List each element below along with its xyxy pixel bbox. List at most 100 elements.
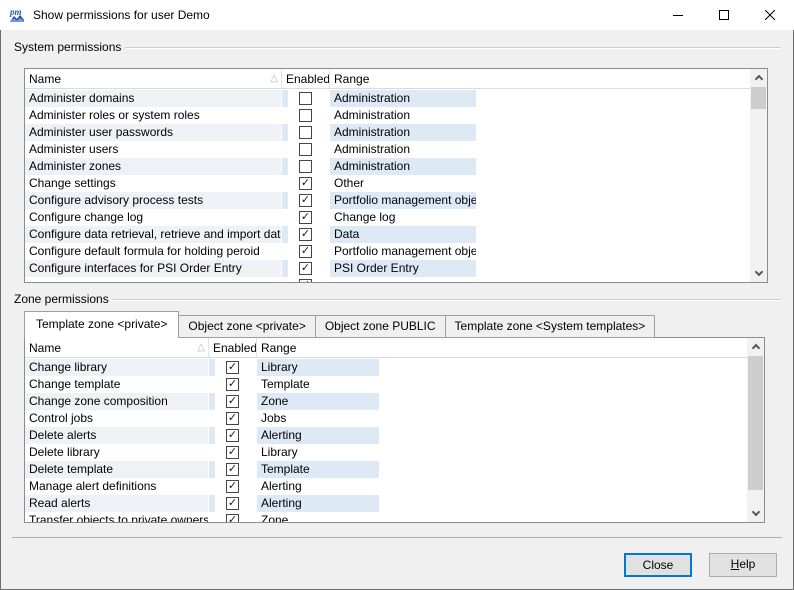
- table-row[interactable]: Configure advisory process tests✓Portfol…: [25, 192, 750, 209]
- permission-name-cell: Configure data retrieval, retrieve and i…: [25, 226, 282, 243]
- checkbox-unchecked[interactable]: [299, 143, 312, 156]
- checkbox-unchecked[interactable]: [299, 92, 312, 105]
- checkbox-checked[interactable]: ✓: [226, 463, 239, 476]
- header-name-label: Name: [29, 72, 61, 86]
- permission-name-cell: Delete library: [25, 444, 209, 461]
- scrollbar-thumb[interactable]: [751, 87, 766, 109]
- enabled-cell: ✓: [282, 226, 330, 243]
- table-row[interactable]: Delete template✓Template: [25, 461, 747, 478]
- table-row[interactable]: Administer user passwordsAdministration: [25, 124, 750, 141]
- table-row[interactable]: Administer usersAdministration: [25, 141, 750, 158]
- enabled-cell: ✓: [282, 175, 330, 192]
- table-row[interactable]: Control jobs ✓ Jobs: [25, 410, 747, 427]
- close-button-label: Close: [643, 558, 674, 572]
- checkbox-unchecked[interactable]: [299, 109, 312, 122]
- checkbox-unchecked[interactable]: [299, 126, 312, 139]
- table-row[interactable]: Configure data retrieval, retrieve and i…: [25, 226, 750, 243]
- scroll-down-button[interactable]: [747, 505, 764, 522]
- checkbox-checked[interactable]: ✓: [299, 279, 312, 282]
- scrollbar-thumb[interactable]: [748, 356, 763, 490]
- checkbox-checked[interactable]: ✓: [226, 429, 239, 442]
- table-row[interactable]: Delete alerts✓Alerting: [25, 427, 747, 444]
- permission-name-cell: [25, 277, 282, 282]
- column-header-enabled[interactable]: Enabled: [209, 338, 257, 357]
- table-row[interactable]: Administer roles or system rolesAdminist…: [25, 107, 750, 124]
- table-row[interactable]: Administer zonesAdministration: [25, 158, 750, 175]
- checkbox-checked[interactable]: ✓: [226, 480, 239, 493]
- row-filler: [380, 410, 747, 427]
- zone-tab[interactable]: Object zone <private>: [178, 315, 315, 338]
- sort-ascending-icon: △: [197, 342, 205, 353]
- zone-tab-bar: Template zone <private>Object zone <priv…: [24, 311, 654, 338]
- table-row[interactable]: Change template✓Template: [25, 376, 747, 393]
- title-bar[interactable]: pm Show permissions for user Demo: [0, 0, 794, 30]
- row-filler: [477, 175, 750, 192]
- checkbox-checked[interactable]: ✓: [299, 245, 312, 258]
- row-filler: [380, 427, 747, 444]
- scroll-up-button[interactable]: [750, 69, 767, 86]
- column-header-name[interactable]: Name △: [25, 338, 209, 357]
- enabled-cell: ✓: [209, 393, 257, 410]
- table-row[interactable]: Administer domains Administration: [25, 90, 750, 107]
- zone-tab[interactable]: Object zone PUBLIC: [315, 315, 446, 338]
- vertical-scrollbar[interactable]: [747, 338, 764, 522]
- vertical-scrollbar[interactable]: [750, 69, 767, 282]
- permission-name-cell: Administer zones: [25, 158, 282, 175]
- checkbox-checked[interactable]: ✓: [299, 211, 312, 224]
- column-header-range[interactable]: Range: [330, 69, 750, 88]
- range-cell: Jobs: [257, 410, 380, 427]
- zone-tab[interactable]: Template zone <private>: [24, 311, 179, 338]
- column-header-range[interactable]: Range: [257, 338, 747, 357]
- sort-ascending-icon: △: [270, 73, 278, 84]
- scroll-down-button[interactable]: [750, 265, 767, 282]
- table-row[interactable]: Configure default formula for holding pe…: [25, 243, 750, 260]
- checkbox-checked[interactable]: ✓: [226, 361, 239, 374]
- zone-tab[interactable]: Template zone <System templates>: [445, 315, 656, 338]
- range-cell: Administration: [330, 90, 477, 107]
- table-row[interactable]: Delete library✓Library: [25, 444, 747, 461]
- checkbox-checked[interactable]: ✓: [226, 412, 239, 425]
- help-button[interactable]: Help: [709, 553, 777, 577]
- permission-name-cell: Administer domains: [25, 90, 282, 107]
- permission-name-cell: Change library: [25, 359, 209, 376]
- chevron-up-icon: [751, 344, 759, 352]
- maximize-button[interactable]: [701, 0, 747, 30]
- minimize-button[interactable]: [655, 0, 701, 30]
- table-row[interactable]: Change settings✓Other: [25, 175, 750, 192]
- row-filler: [380, 376, 747, 393]
- header-enabled-label: Enabled: [286, 72, 330, 86]
- table-row[interactable]: Change zone composition✓Zone: [25, 393, 747, 410]
- checkbox-checked[interactable]: ✓: [226, 378, 239, 391]
- checkbox-checked[interactable]: ✓: [299, 194, 312, 207]
- checkbox-checked[interactable]: ✓: [226, 395, 239, 408]
- checkbox-checked[interactable]: ✓: [299, 177, 312, 190]
- table-row[interactable]: Manage alert definitions✓Alerting: [25, 478, 747, 495]
- column-header-enabled[interactable]: Enabled: [282, 69, 330, 88]
- checkbox-checked[interactable]: ✓: [226, 514, 239, 522]
- checkbox-unchecked[interactable]: [299, 160, 312, 173]
- checkbox-checked[interactable]: ✓: [226, 446, 239, 459]
- table-row[interactable]: Configure interfaces for PSI Order Entry…: [25, 260, 750, 277]
- chevron-down-icon: [754, 268, 762, 276]
- table-row[interactable]: Configure change log✓Change log: [25, 209, 750, 226]
- enabled-cell: ✓: [282, 243, 330, 260]
- enabled-cell: ✓: [209, 461, 257, 478]
- row-filler: [380, 444, 747, 461]
- range-cell: Administration: [330, 107, 477, 124]
- zone-table-header: Name △ Enabled Range: [25, 338, 747, 358]
- close-button[interactable]: Close: [624, 553, 692, 577]
- column-header-name[interactable]: Name △: [25, 69, 282, 88]
- table-row[interactable]: Transfer objects to private ownership✓Zo…: [25, 512, 747, 522]
- row-filler: [477, 209, 750, 226]
- checkbox-checked[interactable]: ✓: [299, 262, 312, 275]
- table-row[interactable]: ✓: [25, 277, 750, 282]
- checkbox-checked[interactable]: ✓: [226, 497, 239, 510]
- table-row[interactable]: Change library✓Library: [25, 359, 747, 376]
- range-cell: Zone: [257, 393, 380, 410]
- caption-buttons: [655, 0, 793, 30]
- permission-name-cell: Control jobs: [25, 410, 209, 427]
- table-row[interactable]: Read alerts✓Alerting: [25, 495, 747, 512]
- checkbox-checked[interactable]: ✓: [299, 228, 312, 241]
- close-window-button[interactable]: [747, 0, 793, 30]
- scroll-up-button[interactable]: [747, 338, 764, 355]
